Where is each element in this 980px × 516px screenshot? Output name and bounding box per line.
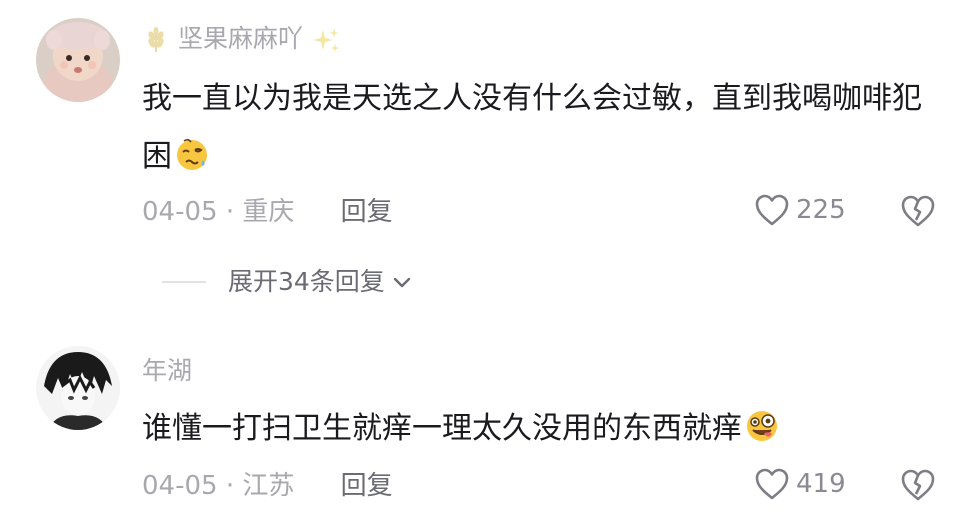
username-text: 年湖 (142, 356, 193, 385)
username-text: 坚果麻麻吖 (177, 24, 303, 53)
comment-meta: 04-05 · 江苏 回复 (142, 470, 393, 502)
avatar[interactable] (36, 346, 120, 430)
wheat-icon (148, 27, 164, 52)
expand-replies-label: 展开34条回复 (228, 267, 385, 296)
meta-separator: · (225, 471, 235, 501)
comment-text-content: 我一直以为我是天选之人没有什么会过敏，直到我喝咖啡犯困 (142, 81, 922, 174)
comment-text: 我一直以为我是天选之人没有什么会过敏，直到我喝咖啡犯困 (142, 70, 942, 186)
dislike-button[interactable] (900, 194, 936, 232)
comment-date: 04-05 (142, 197, 218, 227)
reply-button[interactable]: 回复 (341, 197, 393, 227)
comment-date: 04-05 (142, 471, 218, 501)
baby-avatar-image (36, 18, 120, 102)
woozy-face-emoji (177, 138, 207, 170)
sparkles-icon (312, 28, 339, 52)
username[interactable]: 坚果麻麻吖 (142, 24, 341, 54)
like-count: 419 (796, 469, 846, 499)
reply-button[interactable]: 回复 (341, 471, 393, 501)
zany-face-emoji (747, 411, 777, 441)
comment-meta: 04-05 · 重庆 回复 (142, 196, 393, 228)
anime-avatar-image (36, 346, 120, 430)
heart-icon (755, 194, 789, 226)
like-button[interactable]: 419 (754, 467, 846, 501)
username[interactable]: 年湖 (142, 356, 192, 386)
like-button[interactable]: 225 (754, 193, 846, 227)
meta-separator: · (225, 197, 235, 227)
avatar[interactable] (36, 18, 120, 102)
comment-location: 江苏 (242, 471, 295, 501)
chevron-down-icon (393, 277, 411, 288)
comment-location: 重庆 (242, 197, 295, 227)
expand-replies-button[interactable]: 展开34条回复 (162, 266, 415, 298)
broken-heart-icon (901, 195, 935, 227)
comment-text-content: 谁懂一打扫卫生就痒一理太久没用的东西就痒 (142, 411, 742, 446)
like-count: 225 (796, 195, 846, 225)
comment-text: 谁懂一打扫卫生就痒一理太久没用的东西就痒 (142, 400, 942, 458)
heart-icon (755, 468, 789, 500)
dislike-button[interactable] (900, 468, 936, 506)
expand-divider-line (162, 281, 206, 283)
broken-heart-icon (901, 469, 935, 501)
